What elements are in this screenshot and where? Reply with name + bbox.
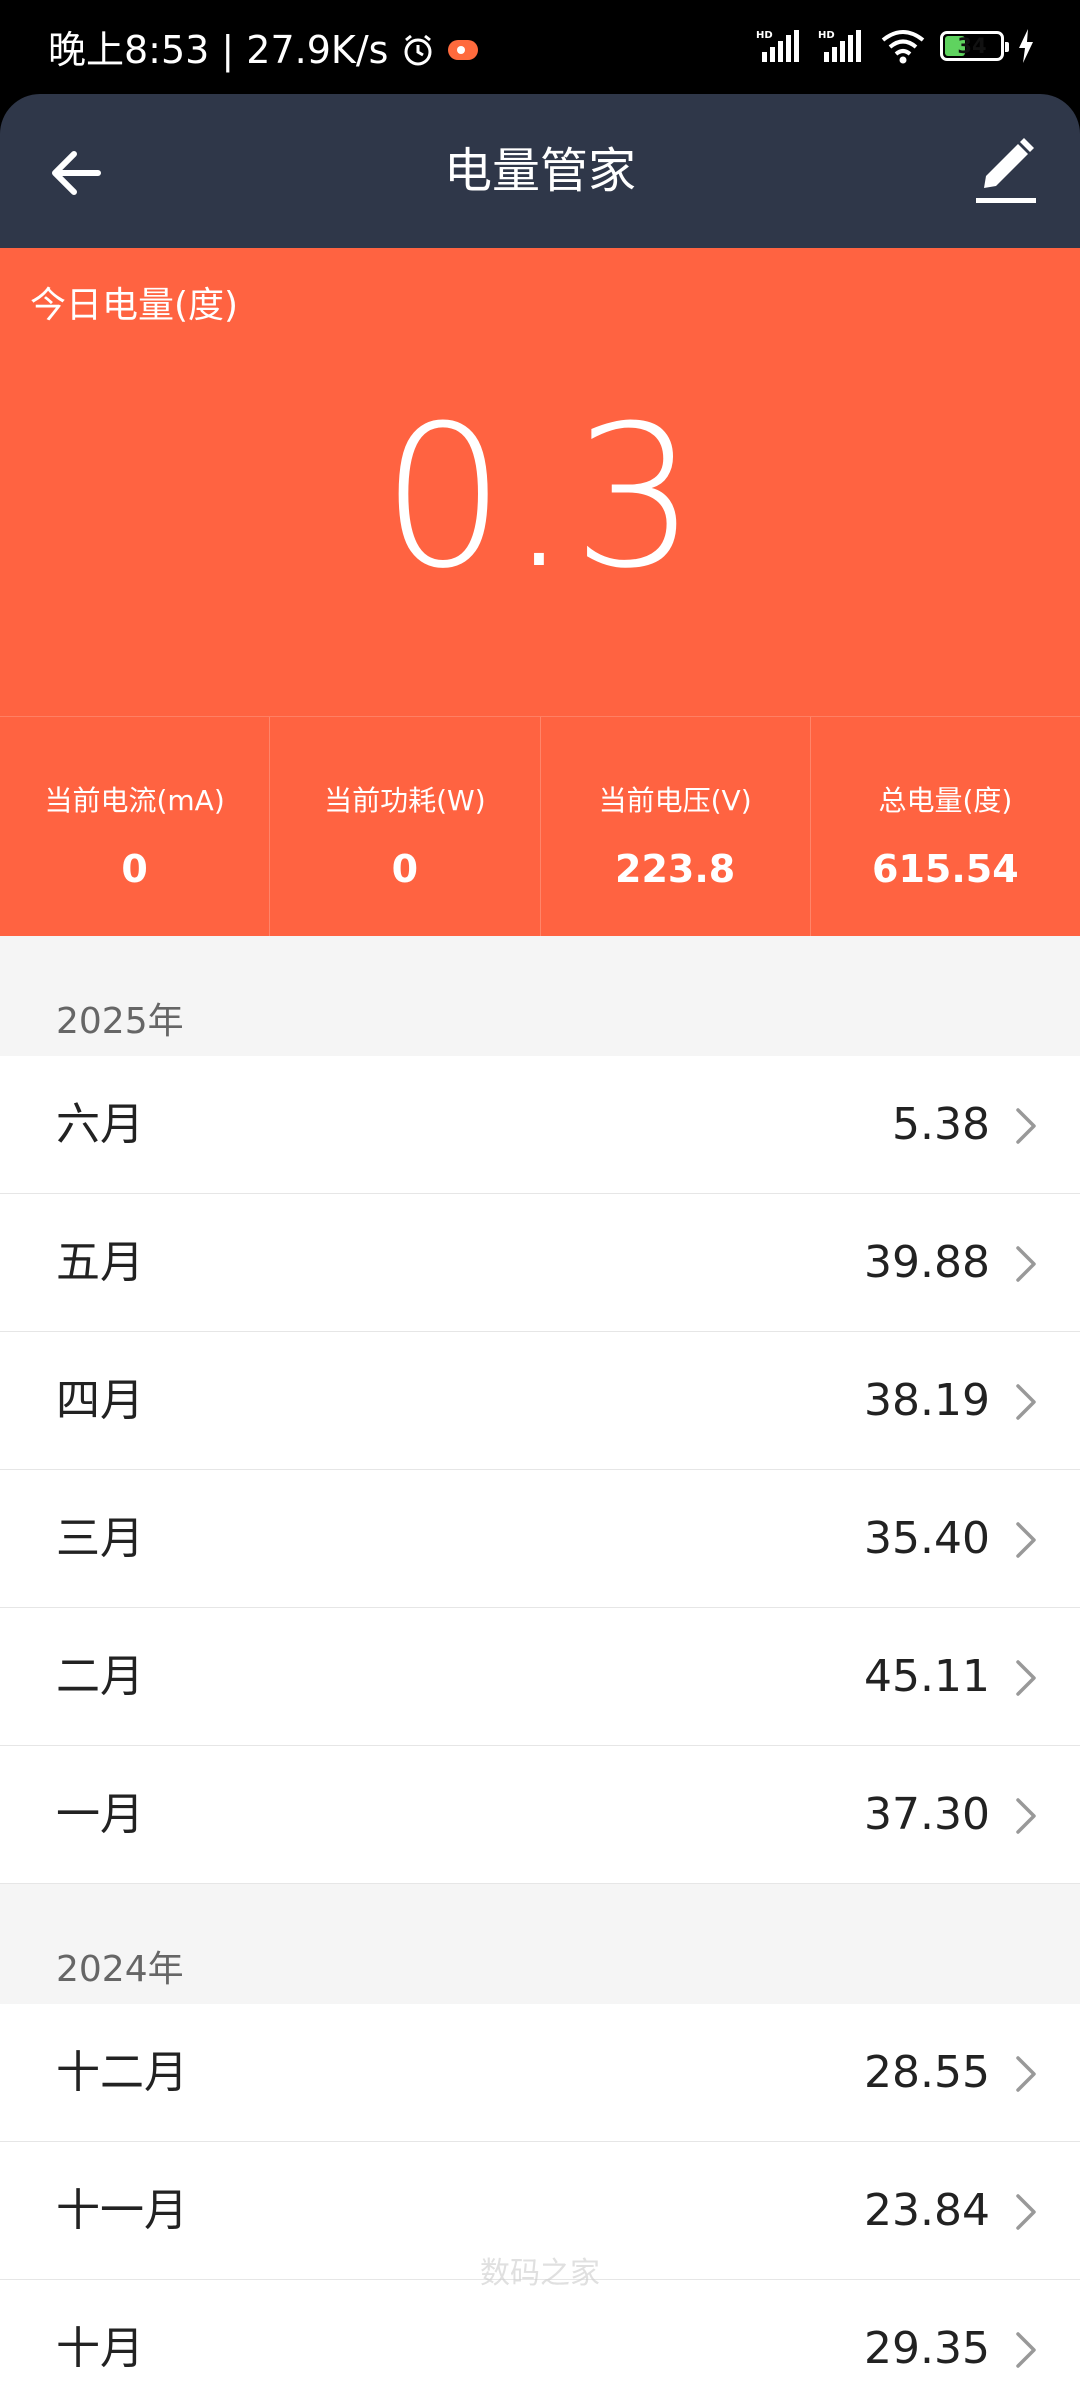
list-item[interactable]: 一月 37.30 bbox=[0, 1746, 1080, 1884]
month-label: 四月 bbox=[56, 1375, 144, 1426]
month-value: 28.55 bbox=[864, 2047, 990, 2098]
month-label: 二月 bbox=[56, 1651, 144, 1702]
chevron-right-icon bbox=[1016, 1108, 1036, 1144]
list-item[interactable]: 三月 35.40 bbox=[0, 1470, 1080, 1608]
chevron-right-icon bbox=[1016, 2332, 1036, 2368]
list-item[interactable]: 二月 45.11 bbox=[0, 1608, 1080, 1746]
month-label: 十二月 bbox=[56, 2047, 188, 2098]
month-value: 5.38 bbox=[892, 1099, 990, 1150]
list-item[interactable]: 十二月 28.55 bbox=[0, 2004, 1080, 2142]
stat-power: 当前功耗(W) 0 bbox=[269, 717, 539, 936]
page-title: 电量管家 bbox=[443, 143, 636, 199]
notification-icon bbox=[448, 40, 479, 60]
stat-label: 当前电压(V) bbox=[598, 784, 752, 817]
today-value: 0.3 bbox=[381, 384, 699, 612]
month-value: 29.35 bbox=[864, 2323, 990, 2374]
stat-label: 总电量(度) bbox=[878, 784, 1013, 817]
month-label: 十一月 bbox=[56, 2185, 188, 2236]
stat-value: 223.8 bbox=[615, 847, 736, 891]
stat-value: 615.54 bbox=[872, 847, 1019, 891]
status-right: HD HD 34 bbox=[756, 28, 1034, 64]
status-bar: 晚上8:53 | 27.9K/s HD HD 34 bbox=[0, 0, 1080, 100]
month-value: 35.40 bbox=[864, 1513, 990, 1564]
hd-signal-icon: HD bbox=[818, 28, 866, 64]
year-header: 2024年 bbox=[0, 1884, 1080, 2004]
month-label: 六月 bbox=[56, 1099, 144, 1150]
battery-icon: 34 bbox=[940, 31, 1009, 61]
month-label: 三月 bbox=[56, 1513, 144, 1564]
list-item[interactable]: 五月 39.88 bbox=[0, 1194, 1080, 1332]
month-label: 一月 bbox=[56, 1789, 144, 1840]
charging-icon bbox=[1018, 29, 1034, 63]
stat-voltage: 当前电压(V) 223.8 bbox=[539, 717, 810, 936]
stat-current: 当前电流(mA) 0 bbox=[0, 717, 269, 936]
month-label: 五月 bbox=[56, 1237, 144, 1288]
chevron-right-icon bbox=[1016, 1522, 1036, 1558]
year-header: 2025年 bbox=[0, 936, 1080, 1056]
today-label: 今日电量(度) bbox=[30, 285, 239, 326]
app-header: 电量管家 bbox=[0, 94, 1080, 248]
today-panel: 今日电量(度) 0.3 bbox=[0, 248, 1080, 716]
watermark: 数码之家 bbox=[480, 2256, 600, 2291]
stat-value: 0 bbox=[391, 847, 419, 891]
stat-label: 当前功耗(W) bbox=[324, 784, 486, 817]
wifi-icon bbox=[880, 28, 926, 64]
chevron-right-icon bbox=[1016, 2056, 1036, 2092]
month-value: 45.11 bbox=[864, 1651, 990, 1702]
pencil-icon bbox=[976, 138, 1036, 203]
chevron-right-icon bbox=[1016, 1246, 1036, 1282]
stat-total-energy: 总电量(度) 615.54 bbox=[809, 717, 1080, 936]
month-value: 37.30 bbox=[864, 1789, 990, 1840]
alarm-icon bbox=[400, 32, 436, 68]
chevron-right-icon bbox=[1016, 1798, 1036, 1834]
svg-text:HD: HD bbox=[818, 30, 835, 41]
edit-button[interactable] bbox=[966, 132, 1046, 212]
battery-level: 34 bbox=[957, 34, 987, 58]
stat-value: 0 bbox=[121, 847, 148, 891]
status-time: 晚上8:53 | 27.9K/s bbox=[48, 28, 389, 72]
month-label: 十月 bbox=[56, 2323, 144, 2374]
month-value: 39.88 bbox=[864, 1237, 990, 1288]
chevron-right-icon bbox=[1016, 2194, 1036, 2230]
month-list: 2025年 六月 5.38 五月 39.88 四月 38.19 三月 35.40… bbox=[0, 936, 1080, 2400]
svg-text:HD: HD bbox=[756, 30, 773, 41]
month-value: 23.84 bbox=[864, 2185, 990, 2236]
status-left: 晚上8:53 | 27.9K/s bbox=[48, 24, 479, 76]
chevron-right-icon bbox=[1016, 1660, 1036, 1696]
stat-label: 当前电流(mA) bbox=[44, 784, 225, 817]
list-item[interactable]: 四月 38.19 bbox=[0, 1332, 1080, 1470]
chevron-right-icon bbox=[1016, 1384, 1036, 1420]
stats-row: 当前电流(mA) 0 当前功耗(W) 0 当前电压(V) 223.8 总电量(度… bbox=[0, 716, 1080, 936]
list-item[interactable]: 六月 5.38 bbox=[0, 1056, 1080, 1194]
hd-signal-icon: HD bbox=[756, 28, 804, 64]
month-value: 38.19 bbox=[864, 1375, 990, 1426]
